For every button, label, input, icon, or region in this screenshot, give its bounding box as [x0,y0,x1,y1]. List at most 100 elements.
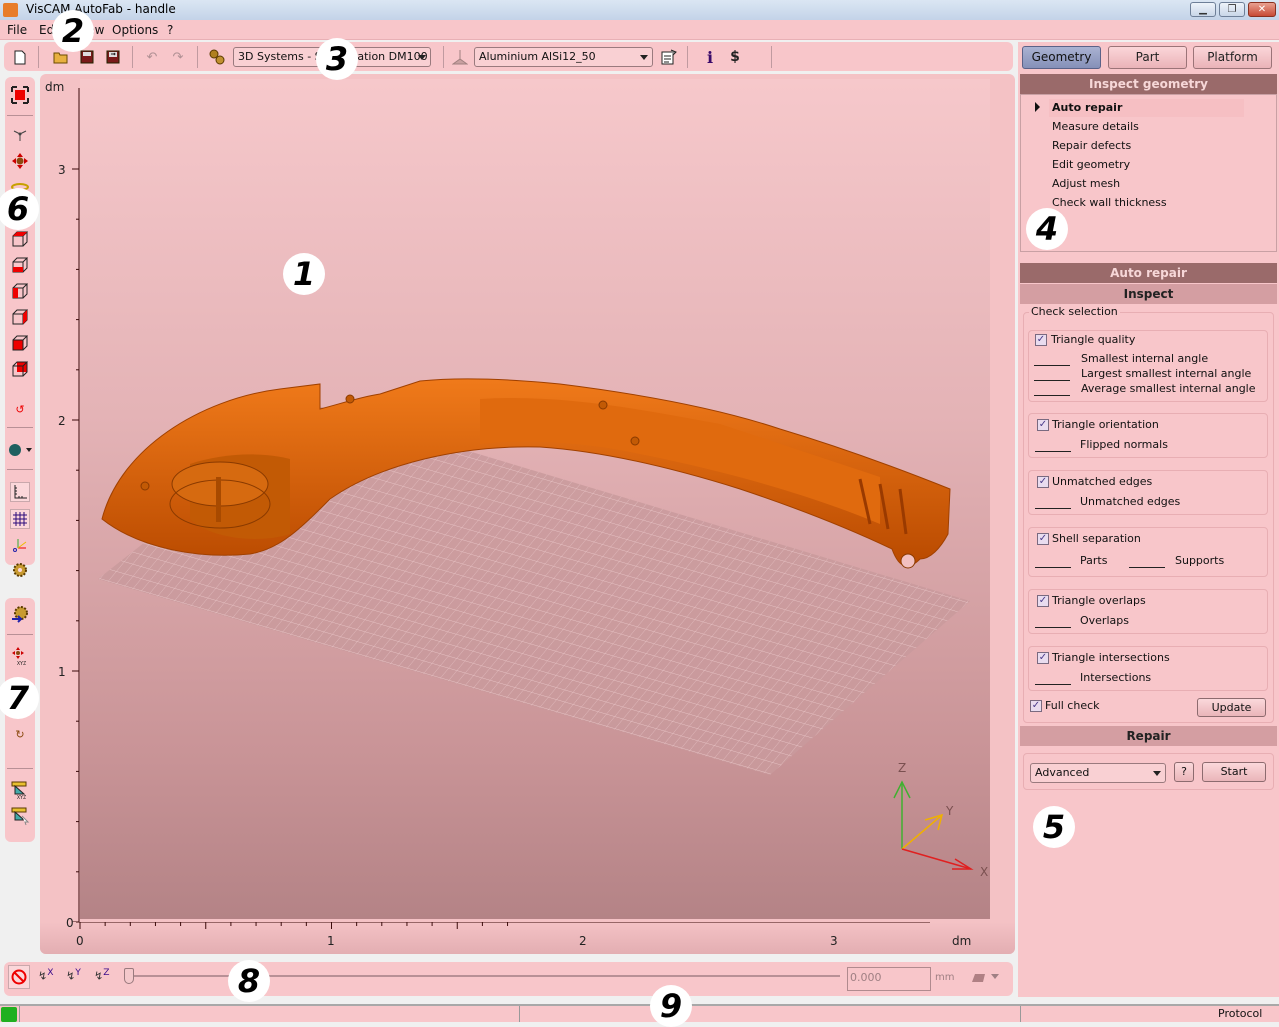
unmatched-edges-checkbox[interactable]: ✓ [1037,476,1049,488]
rotate-view-button[interactable] [10,124,30,144]
machine-button[interactable] [207,47,227,67]
section-style-icon [972,974,999,982]
y-ruler [72,88,80,923]
nav-item-repair-defects[interactable]: Repair defects [1052,139,1131,152]
fit-view-button[interactable] [10,85,30,105]
callout-badge: 9 [650,985,692,1027]
section-z-button[interactable]: ↯Z [94,967,110,983]
info-button[interactable]: i [700,47,720,67]
ruler-toggle[interactable] [10,482,30,502]
start-button[interactable]: Start [1202,762,1266,782]
triangle-overlaps-checkbox[interactable]: ✓ [1037,595,1049,607]
shading-dropdown[interactable] [7,440,33,460]
full-check-checkbox[interactable]: ✓ [1030,700,1042,712]
scene-canvas[interactable]: Z Y X [80,79,990,919]
view-top-button[interactable] [10,229,30,249]
repair-subheader: Repair [1020,726,1277,746]
chevron-down-icon [1153,771,1161,776]
main-toolbar: ↶ ↷ 3D Systems - Sinterstation DM100 Alu… [4,42,1013,71]
view-left-button[interactable] [10,281,30,301]
section-z-label: Z [103,967,110,978]
redo-button[interactable]: ↷ [168,47,188,67]
tab-geometry[interactable]: Geometry [1022,46,1101,69]
tab-part[interactable]: Part [1108,46,1187,69]
material-properties-button[interactable] [659,47,679,67]
x-axis-arrow [901,848,972,870]
pan-view-button[interactable] [10,151,30,171]
move-xyz-button[interactable]: XYZ [10,646,30,666]
close-button[interactable]: ✕ [1248,2,1276,17]
undo-view-icon: ↺ [15,402,25,416]
settings-button[interactable] [10,560,30,580]
no-section-icon [11,969,27,985]
import-button[interactable] [10,604,30,624]
save-as-button[interactable] [103,47,123,67]
section-unit-label: mm [935,972,955,983]
view-back-button[interactable] [10,333,30,353]
section-style-dropdown[interactable] [970,970,1000,987]
view-front-button[interactable] [10,255,30,275]
shell-separation-checkbox[interactable]: ✓ [1037,533,1049,545]
y-tick-label-2: 2 [58,414,66,428]
scale-xyz-button[interactable]: XYZ [10,780,30,800]
repair-mode-select[interactable]: Advanced [1030,763,1166,783]
grid-toggle[interactable] [10,509,30,529]
cost-button[interactable]: $ [725,47,745,67]
save-as-icon [106,50,120,64]
nav-item-edit-geometry[interactable]: Edit geometry [1052,158,1130,171]
grid-icon [13,512,27,526]
open-folder-icon [53,52,68,64]
x-tick-label-2: 2 [579,934,587,948]
close-icon: ✕ [1257,4,1267,15]
minimize-icon: ▁ [1199,4,1207,15]
z-axis-label: Z [898,761,906,775]
triangle-quality-checkbox[interactable]: ✓ [1035,334,1047,346]
scale-mouse-button[interactable] [10,806,30,826]
repair-help-button[interactable]: ? [1174,762,1194,782]
callout-badge: 3 [316,38,358,80]
x-axis-unit: dm [952,934,972,948]
section-x-button[interactable]: ↯X [38,967,54,983]
minimize-button[interactable]: ▁ [1190,2,1216,17]
nav-item-check-wall-thickness[interactable]: Check wall thickness [1052,196,1167,209]
tab-platform[interactable]: Platform [1193,46,1272,69]
triangle-intersections-label: Triangle intersections [1052,651,1170,664]
shading-sphere-icon [9,444,32,456]
triangle-intersections-checkbox[interactable]: ✓ [1037,652,1049,664]
menu-help[interactable]: ? [167,23,173,37]
triangle-orientation-checkbox[interactable]: ✓ [1037,419,1049,431]
supports-label: Supports [1175,554,1225,567]
menu-options[interactable]: Options [112,23,158,37]
coordinate-axes-toggle[interactable] [10,534,30,554]
inspect-geometry-header: Inspect geometry [1020,74,1277,94]
protocol-button[interactable]: Protocol [1218,1007,1262,1020]
scale-xyz-icon: XYZ [11,781,27,800]
check-selection-label: Check selection [1029,305,1120,318]
callout-badge: 8 [228,960,270,1002]
undo-button[interactable]: ↶ [142,47,162,67]
update-button[interactable]: Update [1197,698,1266,717]
new-file-icon [14,50,26,64]
new-file-button[interactable] [10,47,30,67]
view-right-button[interactable] [10,307,30,327]
x-tick-label-0: 0 [76,934,84,948]
restore-button[interactable]: ❐ [1219,2,1245,17]
section-slider-thumb[interactable] [124,968,134,984]
parts-label: Parts [1080,554,1108,567]
section-value-input[interactable]: 0.000 [847,967,931,991]
result-blank [1035,627,1071,628]
section-y-button[interactable]: ↯Y [66,967,81,983]
view-bottom-button[interactable] [10,359,30,379]
3d-viewport[interactable]: dm Z Y X dm 0 3 2 1 0 1 2 3 [40,74,1015,954]
nav-item-measure-details[interactable]: Measure details [1052,120,1139,133]
material-select[interactable]: Aluminium AlSi12_50 [474,47,653,67]
result-blank [1035,567,1071,568]
no-section-button[interactable] [8,965,30,989]
rotate-mouse-button[interactable]: ↻ [10,724,30,744]
nav-item-adjust-mesh[interactable]: Adjust mesh [1052,177,1120,190]
view-right-icon [12,309,28,325]
menu-file[interactable]: File [7,23,27,37]
nav-item-auto-repair[interactable]: Auto repair [1052,101,1122,114]
material-button[interactable] [450,47,470,67]
undo-view-button[interactable]: ↺ [10,399,30,419]
